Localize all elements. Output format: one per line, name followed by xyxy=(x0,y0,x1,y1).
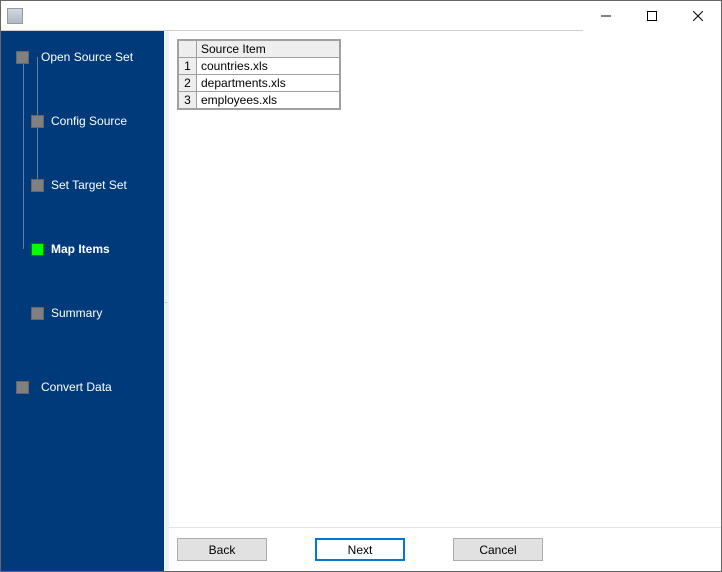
row-number: 2 xyxy=(179,75,197,92)
step-set-target-set[interactable]: Set Target Set xyxy=(1,169,164,201)
maximize-button[interactable] xyxy=(629,1,675,31)
back-button-label: Back xyxy=(209,543,236,557)
next-button-label: Next xyxy=(348,543,373,557)
table-row[interactable]: 3 employees.xls xyxy=(179,92,340,109)
cell-source-item[interactable]: countries.xls xyxy=(197,58,340,75)
step-box-icon xyxy=(31,243,44,256)
column-header-source-item[interactable]: Source Item xyxy=(197,41,340,58)
minimize-button[interactable] xyxy=(583,1,629,31)
next-button[interactable]: Next xyxy=(315,538,405,561)
titlebar xyxy=(1,1,721,31)
step-box-icon xyxy=(16,381,29,394)
cell-source-item[interactable]: departments.xls xyxy=(197,75,340,92)
row-number-header xyxy=(179,41,197,58)
step-box-icon xyxy=(31,179,44,192)
wizard-window: Open Source Set Config Source Set Target… xyxy=(0,0,722,572)
row-number: 1 xyxy=(179,58,197,75)
step-convert-data[interactable]: Convert Data xyxy=(1,371,164,403)
cell-source-item[interactable]: employees.xls xyxy=(197,92,340,109)
cancel-button[interactable]: Cancel xyxy=(453,538,543,561)
maximize-icon xyxy=(647,11,657,21)
app-icon xyxy=(7,8,23,24)
step-label: Config Source xyxy=(51,114,127,128)
source-items-table[interactable]: Source Item 1 countries.xls 2 department… xyxy=(177,39,341,110)
step-config-source[interactable]: Config Source xyxy=(1,105,164,137)
content-panel: Source Item 1 countries.xls 2 department… xyxy=(169,31,721,527)
step-box-icon xyxy=(16,51,29,64)
close-button[interactable] xyxy=(675,1,721,31)
step-label: Open Source Set xyxy=(41,50,133,64)
step-label: Map Items xyxy=(51,242,110,256)
minimize-icon xyxy=(601,11,611,21)
step-open-source-set[interactable]: Open Source Set xyxy=(1,41,164,73)
wizard-button-row: Back Next Cancel xyxy=(169,527,721,571)
table-row[interactable]: 1 countries.xls xyxy=(179,58,340,75)
step-summary[interactable]: Summary xyxy=(1,297,164,329)
cancel-button-label: Cancel xyxy=(479,543,516,557)
step-label: Convert Data xyxy=(41,380,112,394)
step-label: Set Target Set xyxy=(51,178,127,192)
step-label: Summary xyxy=(51,306,102,320)
back-button[interactable]: Back xyxy=(177,538,267,561)
table-row[interactable]: 2 departments.xls xyxy=(179,75,340,92)
step-map-items[interactable]: Map Items xyxy=(1,233,164,265)
step-box-icon xyxy=(31,115,44,128)
step-box-icon xyxy=(31,307,44,320)
wizard-steps-sidebar: Open Source Set Config Source Set Target… xyxy=(1,31,164,571)
close-icon xyxy=(693,11,703,21)
row-number: 3 xyxy=(179,92,197,109)
